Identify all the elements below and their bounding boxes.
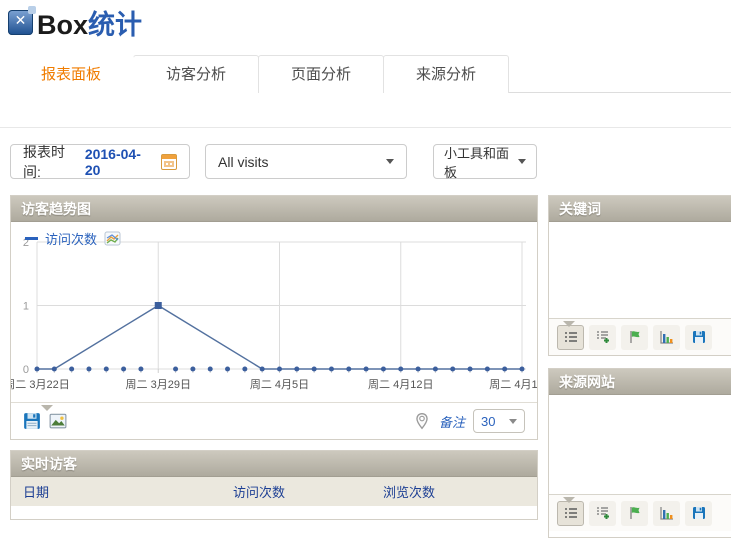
keywords-body [549, 222, 731, 318]
view-bar-chart-button[interactable] [653, 325, 680, 350]
widget-footer-arrow-icon [41, 405, 53, 411]
annotations-pin-icon[interactable] [413, 412, 431, 430]
keywords-panel-header[interactable]: 关键词 [549, 196, 731, 222]
referrer-websites-body [549, 395, 731, 494]
view-table-button[interactable] [557, 501, 584, 526]
app-logo[interactable]: Box统计 Box统计 [8, 3, 142, 49]
chart-image-icon[interactable] [104, 231, 122, 246]
live-visitors-panel: 实时访客 日期 访问次数 浏览次数 [10, 450, 538, 520]
svg-text:周二 4月5日: 周二 4月5日 [250, 378, 309, 391]
referrer-websites-footer [549, 494, 731, 531]
flag-icon [627, 329, 643, 345]
svg-text:1: 1 [23, 301, 29, 313]
annotations-link[interactable]: 备注 [439, 412, 465, 431]
view-expanded-table-button[interactable] [589, 501, 616, 526]
table-list-icon [563, 505, 579, 521]
widgets-and-dashboard-button[interactable]: 小工具和面板 [433, 144, 537, 179]
live-visitors-panel-header[interactable]: 实时访客 [11, 451, 537, 477]
visits-line-chart[interactable]: 012周二 3月22日周二 3月29日周二 4月5日周二 4月12日周二 4月1… [11, 222, 537, 402]
view-goals-button[interactable] [621, 501, 648, 526]
table-plus-icon [595, 329, 611, 345]
view-table-button[interactable] [557, 325, 584, 350]
save-icon [691, 505, 707, 521]
widgets-button-label: 小工具和面板 [444, 143, 512, 181]
calendar-icon [161, 154, 177, 170]
header-separator [0, 127, 731, 128]
svg-text:周二 4月12日: 周二 4月12日 [368, 378, 433, 391]
export-button[interactable] [685, 325, 712, 350]
tab-dashboard[interactable]: 报表面板 [8, 55, 134, 94]
export-image-icon[interactable] [49, 412, 67, 430]
flag-icon [627, 505, 643, 521]
column-header-visits[interactable]: 访问次数 [221, 482, 371, 501]
chevron-down-icon [386, 159, 394, 164]
column-header-date[interactable]: 日期 [11, 482, 221, 501]
view-expanded-table-button[interactable] [589, 325, 616, 350]
table-plus-icon [595, 505, 611, 521]
widget-footer-arrow-icon [563, 497, 575, 503]
legend-line-swatch [25, 237, 38, 240]
chart-legend: 访问次数 [25, 229, 122, 248]
bar-chart-icon [659, 329, 675, 345]
view-bar-chart-button[interactable] [653, 501, 680, 526]
report-date-label: 报表时间: [23, 142, 80, 182]
column-header-pageviews[interactable]: 浏览次数 [371, 482, 537, 501]
referrer-websites-panel: 来源网站 [548, 368, 731, 538]
tab-pages[interactable]: 页面分析 [258, 55, 384, 93]
keywords-footer [549, 318, 731, 355]
chevron-down-icon [518, 159, 526, 164]
report-date-selector[interactable]: 报表时间: 2016-04-20 [10, 144, 190, 179]
svg-text:周二 3月29日: 周二 3月29日 [126, 378, 191, 391]
export-button[interactable] [685, 501, 712, 526]
segment-selector-label: All visits [218, 154, 269, 170]
visits-graph-panel-header[interactable]: 访客趋势图 [11, 196, 537, 222]
keywords-panel: 关键词 [548, 195, 731, 356]
row-limit-value: 30 [481, 414, 495, 429]
logo-text: Box统计 [37, 3, 142, 42]
graph-footer: 备注 30 [11, 402, 537, 439]
referrer-websites-panel-header[interactable]: 来源网站 [549, 369, 731, 395]
live-visitors-table-header: 日期 访问次数 浏览次数 [11, 477, 537, 506]
svg-text:周二 4月19日: 周二 4月19日 [489, 378, 537, 391]
tab-referrers[interactable]: 来源分析 [383, 55, 509, 93]
tab-visitors[interactable]: 访客分析 [133, 55, 259, 93]
visits-graph-body: 访问次数 012周二 3月22日周二 3月29日周二 4月5日周二 4月12日周… [11, 222, 537, 402]
view-goals-button[interactable] [621, 325, 648, 350]
logo-reflection: Box统计 [8, 42, 142, 55]
segment-selector[interactable]: All visits [205, 144, 407, 179]
report-date-value: 2016-04-20 [85, 146, 153, 178]
save-icon [691, 329, 707, 345]
bar-chart-icon [659, 505, 675, 521]
box-logo-icon [8, 10, 33, 35]
table-list-icon [563, 329, 579, 345]
logo-brand: Box [37, 10, 88, 40]
widget-footer-arrow-icon [563, 321, 575, 327]
svg-text:0: 0 [23, 364, 29, 376]
legend-label: 访问次数 [45, 229, 97, 248]
main-tabbar: 报表面板 访客分析 页面分析 来源分析 [8, 55, 731, 93]
export-data-icon[interactable] [23, 412, 41, 430]
logo-suffix: 统计 [88, 10, 142, 40]
visits-graph-panel: 访客趋势图 访问次数 012周二 3月22日周二 3月29日周二 4月5日周二 … [10, 195, 538, 440]
svg-text:周二 3月22日: 周二 3月22日 [11, 378, 70, 391]
row-limit-select[interactable]: 30 [473, 409, 525, 433]
chevron-down-icon [509, 419, 517, 424]
